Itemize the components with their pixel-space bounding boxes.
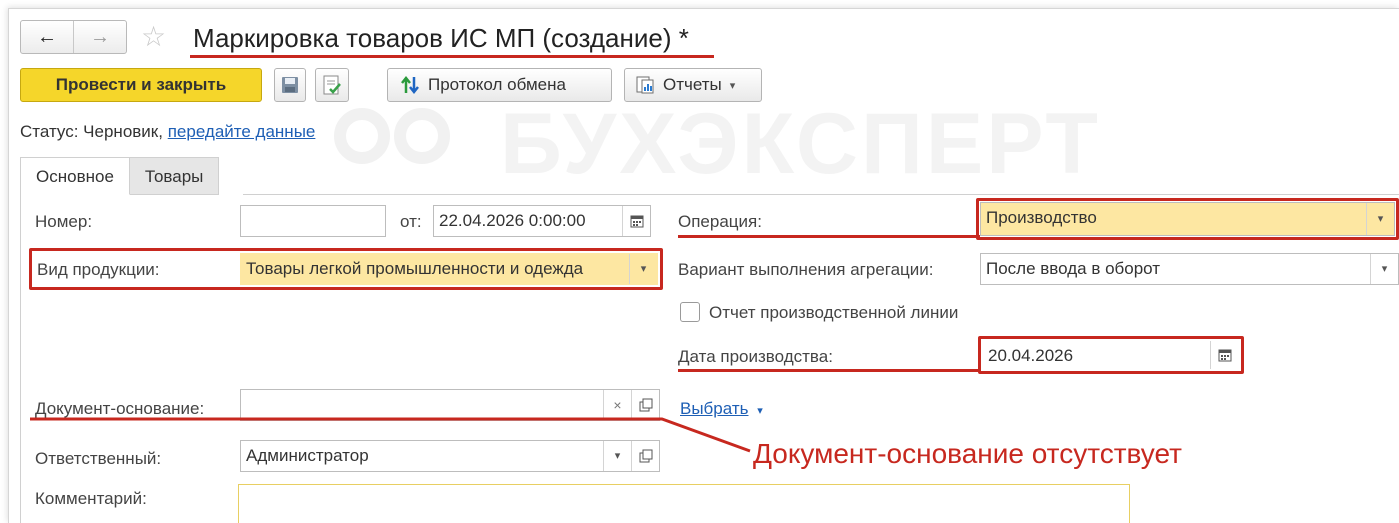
post-document-icon [323,75,341,95]
production-line-report-label: Отчет производственной линии [709,303,959,322]
reports-label: Отчеты [663,75,722,94]
base-document-input[interactable]: × [240,389,660,421]
open-form-icon[interactable] [631,390,659,420]
operation-label: Операция: [678,212,762,231]
comment-label: Комментарий: [35,489,147,508]
operation-highlight [976,198,1399,240]
responsible-select[interactable]: Администратор ▾ [240,440,660,472]
aggregation-select[interactable]: После ввода в оборот ▾ [980,253,1399,285]
chevron-down-icon: ▾ [757,405,763,417]
favorite-star-icon[interactable]: ☆ [141,20,166,54]
forward-arrow-icon[interactable]: → [74,21,126,53]
chevron-down-icon[interactable]: ▾ [629,254,657,284]
tab-bar: Основное Товары [20,157,220,195]
clear-x-icon[interactable]: × [603,390,631,420]
select-link[interactable]: Выбрать [680,399,748,418]
operation-underline [678,235,980,238]
number-input[interactable] [240,205,386,237]
base-document-label: Документ-основание: [35,399,205,418]
back-arrow-icon[interactable]: ← [21,21,74,53]
exchange-log-button[interactable]: Протокол обмена [387,68,612,102]
exchange-arrows-icon [401,75,419,95]
product-type-select[interactable]: Товары легкой промышленности и одежда ▾ [240,253,658,285]
chevron-down-icon[interactable]: ▾ [1370,254,1398,284]
reports-chart-icon [636,76,654,94]
chevron-down-icon: ▾ [729,79,736,92]
post-and-close-button[interactable]: Провести и закрыть [20,68,262,102]
production-date-highlight [978,336,1244,374]
product-type-value: Товары легкой промышленности и одежда [246,259,584,278]
floppy-disk-icon [282,77,298,93]
tab-goods[interactable]: Товары [129,157,220,195]
calendar-icon[interactable] [622,206,650,236]
watermark-logo-icon [334,108,450,164]
production-date-label: Дата производства: [678,347,833,366]
aggregation-label: Вариант выполнения агрегации: [678,260,934,279]
annotation-text: Документ-основание отсутствует [753,438,1182,469]
responsible-label: Ответственный: [35,449,162,468]
comment-textarea[interactable] [238,484,1130,523]
document-status: Статус: Черновик, передайте данные [20,122,315,142]
number-label: Номер: [35,212,93,231]
aggregation-value: После ввода в оборот [986,259,1161,278]
status-text: Статус: Черновик, [20,122,163,141]
post-button[interactable] [315,68,349,102]
navigation-buttons: ← → [20,20,127,54]
select-document-button[interactable]: Выбрать ▾ [680,398,763,422]
document-date-input[interactable]: 22.04.2026 0:00:00 [433,205,651,237]
send-data-link[interactable]: передайте данные [168,122,316,141]
production-line-report-checkbox[interactable] [680,302,700,322]
tab-divider [243,194,1399,195]
chevron-down-icon[interactable]: ▾ [603,441,631,471]
page-title: Маркировка товаров ИС МП (создание) * [193,23,689,53]
save-button[interactable] [274,68,306,102]
title-underline [190,55,714,58]
production-date-underline [678,369,980,372]
date-from-label: от: [400,212,422,231]
tab-panel-border [20,194,21,523]
product-type-label: Вид продукции: [37,260,160,279]
open-form-icon[interactable] [631,441,659,471]
tab-main[interactable]: Основное [20,157,130,195]
responsible-value: Администратор [246,446,369,465]
watermark-text: БУХЭКСПЕРТ [500,96,1101,192]
reports-button[interactable]: Отчеты ▾ [624,68,762,102]
exchange-log-label: Протокол обмена [428,75,566,94]
document-date-value: 22.04.2026 0:00:00 [439,211,586,230]
